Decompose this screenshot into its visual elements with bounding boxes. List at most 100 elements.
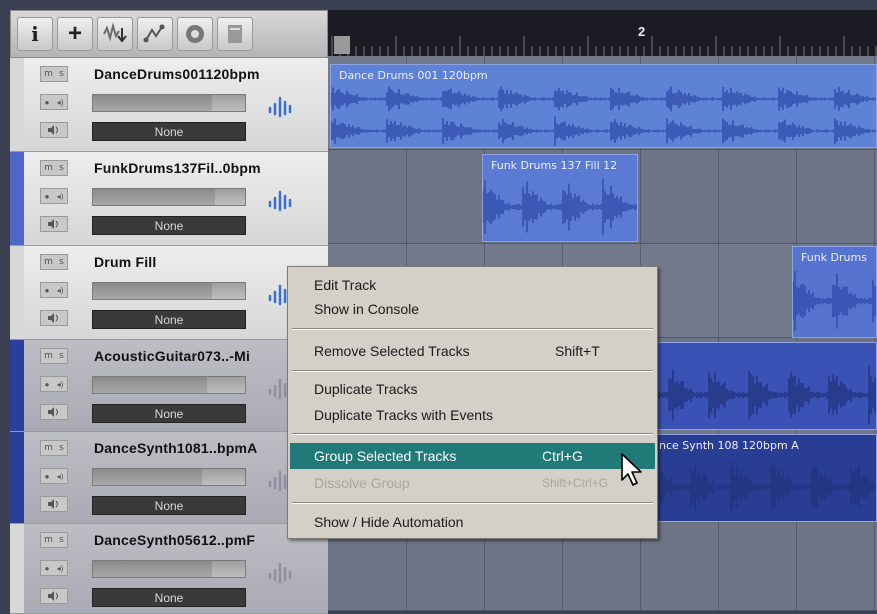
volume-slider[interactable] — [92, 94, 246, 112]
track-name[interactable]: AcousticGuitar073..-Mi — [94, 348, 250, 364]
solo-button[interactable]: s — [59, 351, 64, 361]
solo-button[interactable]: s — [59, 163, 64, 173]
audio-clip[interactable]: Dance Drums 001 120bpm — [330, 64, 877, 148]
volume-slider[interactable] — [92, 468, 246, 486]
solo-button[interactable]: s — [59, 257, 64, 267]
record-arm-button[interactable]: ● — [45, 380, 50, 389]
loop-browser-button[interactable] — [137, 17, 173, 51]
grid-line — [718, 522, 719, 610]
track-name[interactable]: DanceSynth1081..bpmA — [94, 440, 258, 456]
speaker-icon[interactable] — [40, 122, 68, 138]
notepad-button[interactable] — [217, 17, 253, 51]
volume-slider[interactable] — [92, 560, 246, 578]
record-monitor-buttons[interactable]: ● ◂) — [40, 188, 68, 204]
monitor-button[interactable]: ◂) — [57, 380, 64, 389]
mute-button[interactable]: m — [44, 163, 53, 173]
speaker-icon[interactable] — [40, 216, 68, 232]
track-header[interactable]: m s ● ◂) DanceDrums001120bpm None — [10, 58, 328, 152]
mute-solo-buttons[interactable]: ms — [40, 532, 68, 548]
audio-clip[interactable]: Funk Drums — [792, 246, 877, 338]
timeline-ruler[interactable]: 2 — [328, 10, 877, 56]
monitor-button[interactable]: ◂) — [57, 286, 64, 295]
record-monitor-buttons[interactable]: ● ◂) — [40, 282, 68, 298]
record-arm-button[interactable]: ● — [45, 472, 50, 481]
mute-button[interactable]: m — [44, 69, 53, 79]
track-color-strip[interactable] — [10, 152, 24, 245]
record-monitor-buttons[interactable]: ● ◂) — [40, 560, 68, 576]
record-arm-button[interactable]: ● — [45, 192, 50, 201]
menu-item-show-hide-automation[interactable]: Show / Hide Automation — [290, 510, 655, 534]
add-track-button[interactable]: + — [57, 17, 93, 51]
output-route-select[interactable]: None — [92, 404, 246, 423]
track-header[interactable]: m s ● ◂) DanceSynth1081..bpmA None — [10, 432, 328, 524]
mute-button[interactable]: m — [44, 257, 53, 267]
output-route-select[interactable]: None — [92, 310, 246, 329]
record-arm-button[interactable]: ● — [45, 564, 50, 573]
mute-solo-buttons[interactable]: ms — [40, 348, 68, 364]
output-route-select[interactable]: None — [92, 216, 246, 235]
monitor-button[interactable]: ◂) — [57, 192, 64, 201]
menu-item-group-selected-tracks[interactable]: Group Selected Tracks Ctrl+G — [290, 443, 655, 469]
track-header[interactable]: m s ● ◂) AcousticGuitar073..-Mi None — [10, 340, 328, 432]
record-arm-button[interactable]: ● — [45, 286, 50, 295]
menu-item-show-in-console[interactable]: Show in Console — [290, 297, 655, 321]
record-monitor-buttons[interactable]: ● ◂) — [40, 468, 68, 484]
monitor-button[interactable]: ◂) — [57, 98, 64, 107]
mute-solo-buttons[interactable]: ms — [40, 160, 68, 176]
info-button[interactable]: i — [17, 17, 53, 51]
mute-solo-buttons[interactable]: ms — [40, 66, 68, 82]
audio-clip[interactable]: nce Synth 108 120bpm A — [650, 434, 877, 522]
output-route-select[interactable]: None — [92, 122, 246, 141]
solo-button[interactable]: s — [59, 535, 64, 545]
volume-fill — [93, 189, 215, 205]
track-color-strip[interactable] — [10, 340, 24, 431]
mute-solo-buttons[interactable]: ms — [40, 254, 68, 270]
menu-item-duplicate-tracks-with-events[interactable]: Duplicate Tracks with Events — [290, 403, 655, 427]
output-route-select[interactable]: None — [92, 588, 246, 607]
solo-button[interactable]: s — [59, 69, 64, 79]
speaker-icon[interactable] — [40, 310, 68, 326]
solo-button[interactable]: s — [59, 443, 64, 453]
loop-start-marker[interactable] — [334, 36, 350, 54]
menu-item-edit-track[interactable]: Edit Track — [290, 273, 655, 297]
record-monitor-buttons[interactable]: ● ◂) — [40, 376, 68, 392]
volume-slider[interactable] — [92, 376, 246, 394]
monitor-button[interactable]: ◂) — [57, 472, 64, 481]
record-monitor-buttons[interactable]: ● ◂) — [40, 94, 68, 110]
mute-button[interactable]: m — [44, 351, 53, 361]
speaker-icon[interactable] — [40, 588, 68, 604]
track-header[interactable]: m s ● ◂) Drum Fill None — [10, 246, 328, 340]
mute-solo-buttons[interactable]: ms — [40, 440, 68, 456]
grid-line — [718, 150, 719, 243]
speaker-icon[interactable] — [40, 496, 68, 512]
track-color-strip[interactable] — [10, 524, 24, 613]
track-color-strip[interactable] — [10, 58, 24, 151]
menu-item-shortcut: Ctrl+G — [542, 448, 583, 464]
import-audio-button[interactable] — [97, 17, 133, 51]
menu-item-remove-selected-tracks[interactable]: Remove Selected Tracks Shift+T — [290, 339, 655, 363]
media-browser-button[interactable] — [177, 17, 213, 51]
track-name[interactable]: DanceSynth05612..pmF — [94, 532, 255, 548]
audio-waveform — [629, 365, 876, 425]
menu-item-duplicate-tracks[interactable]: Duplicate Tracks — [290, 377, 655, 401]
track-name[interactable]: FunkDrums137Fil..0bpm — [94, 160, 261, 176]
clip-label: nce Synth 108 120bpm A — [659, 439, 799, 452]
track-name[interactable]: Drum Fill — [94, 254, 156, 270]
track-color-strip[interactable] — [10, 246, 24, 339]
output-route-select[interactable]: None — [92, 496, 246, 515]
track-color-strip[interactable] — [10, 432, 24, 523]
audio-clip[interactable] — [628, 342, 877, 430]
volume-slider[interactable] — [92, 282, 246, 300]
track-header[interactable]: m s ● ◂) DanceSynth05612..pmF None — [10, 524, 328, 614]
record-arm-button[interactable]: ● — [45, 98, 50, 107]
track-header[interactable]: m s ● ◂) FunkDrums137Fil..0bpm None — [10, 152, 328, 246]
mute-button[interactable]: m — [44, 535, 53, 545]
speaker-icon[interactable] — [40, 404, 68, 420]
monitor-button[interactable]: ◂) — [57, 564, 64, 573]
volume-slider[interactable] — [92, 188, 246, 206]
track-name[interactable]: DanceDrums001120bpm — [94, 66, 260, 82]
waveform-channel — [331, 116, 876, 146]
mute-button[interactable]: m — [44, 443, 53, 453]
toolbar: i + — [10, 10, 328, 58]
audio-clip[interactable]: Funk Drums 137 Fill 12 — [482, 154, 638, 242]
